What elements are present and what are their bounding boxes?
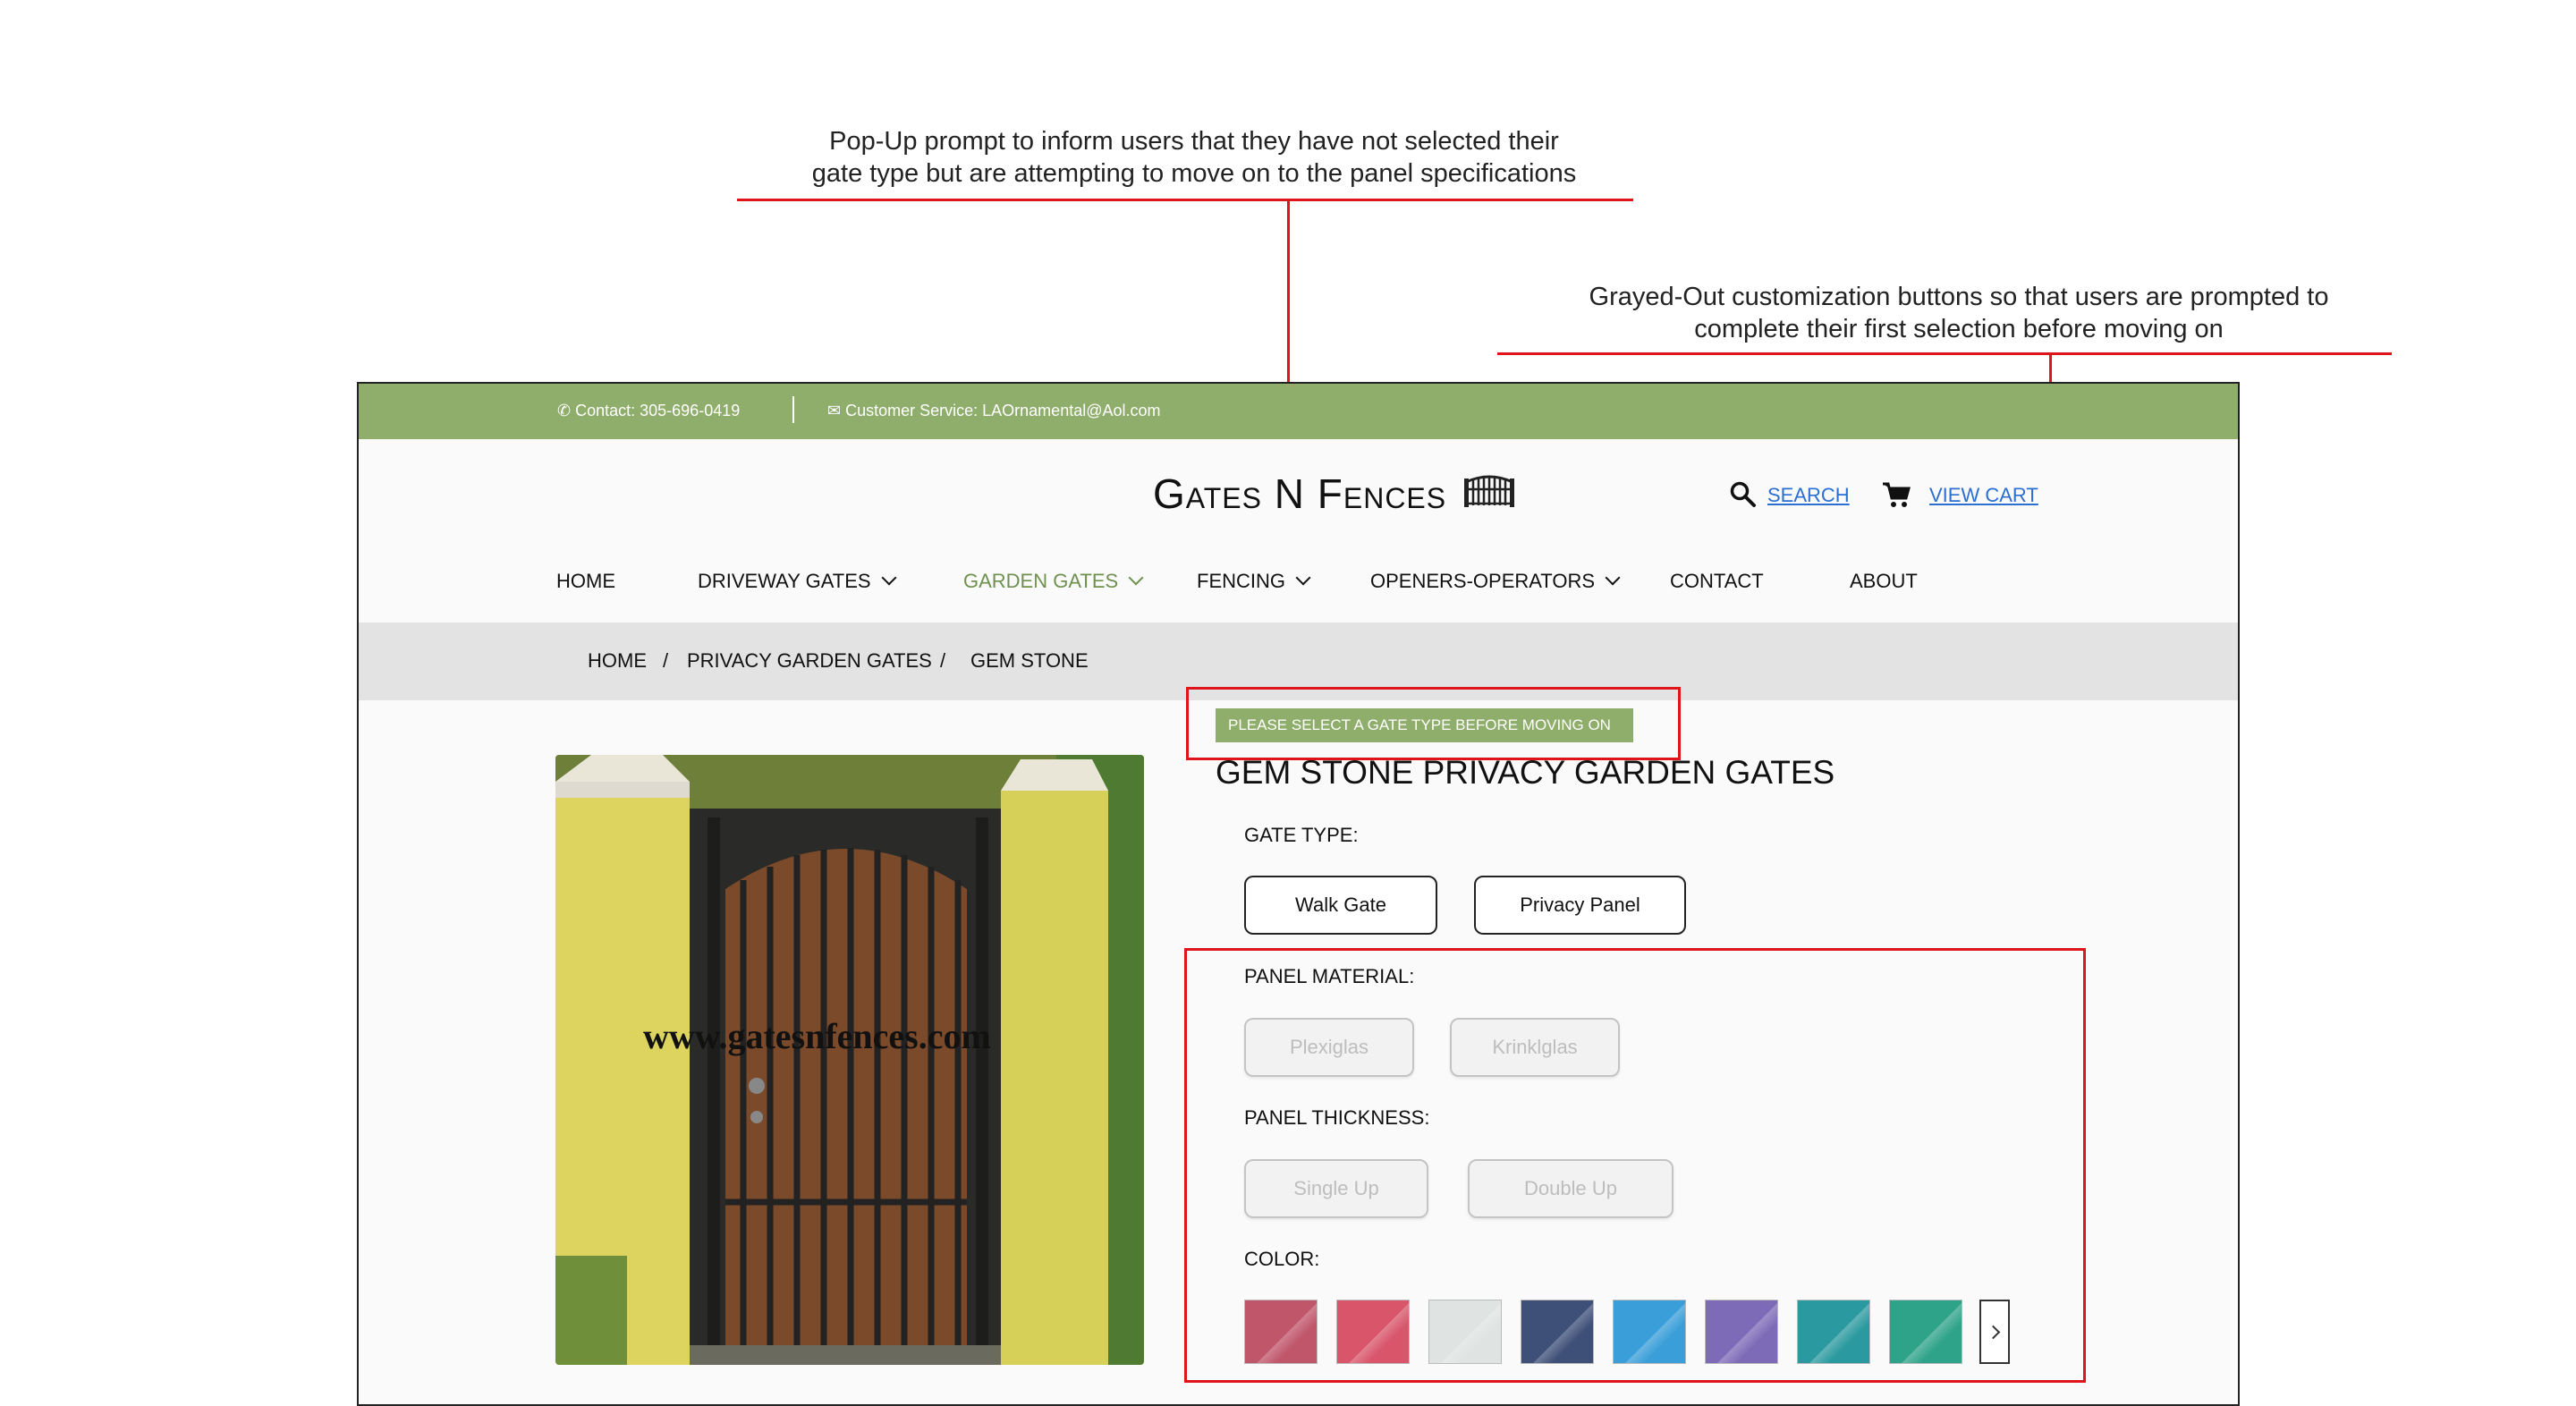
breadcrumb-separator: / [940,649,946,672]
view-cart-link[interactable]: VIEW CART [1929,484,2038,507]
gate-logo-icon [1464,475,1514,507]
breadcrumb-separator: / [663,649,669,672]
chevron-down-icon [1605,570,1621,586]
nav-openers-operators-label: OPENERS-OPERATORS [1370,570,1596,592]
chevron-down-icon [1295,570,1311,586]
phone-icon: ✆ [557,402,572,419]
contact-phone-text: Contact: 305-696-0419 [575,402,741,419]
annotation-popup-note: Pop-Up prompt to inform users that they … [698,125,1690,190]
site-logo[interactable]: Gates N Fences [1153,470,1446,518]
contact-phone[interactable]: ✆ Contact: 305-696-0419 [557,402,740,420]
nav-garden-gates[interactable]: GARDEN GATES [963,570,1144,593]
annotation-grayed-line-1: Grayed-Out customization buttons so that… [1589,283,2329,311]
search-link[interactable]: SEARCH [1767,484,1850,507]
search-icon[interactable] [1729,480,1758,509]
annotation-popup-underline [737,199,1633,201]
nav-garden-gates-label: GARDEN GATES [963,570,1119,592]
cart-icon[interactable] [1881,480,1911,509]
customer-service-email[interactable]: ✉ Customer Service: LAOrnamental@Aol.com [827,402,1161,420]
gate-type-label: GATE TYPE: [1244,824,1359,846]
annotation-popup-line-2: gate type but are attempting to move on … [811,159,1577,188]
gate-photo: www.gatesnfences.com [555,755,1144,1365]
annotation-popup-highlight [1186,687,1681,760]
nav-fencing[interactable]: FENCING [1197,570,1311,593]
product-image: www.gatesnfences.com [555,755,1144,1365]
annotation-grayed-line-2: complete their first selection before mo… [1694,315,2224,343]
annotation-grayed-underline [1497,352,2392,355]
nav-home[interactable]: HOME [556,570,615,593]
chevron-down-icon [1128,570,1144,586]
annotation-popup-line-1: Pop-Up prompt to inform users that they … [829,127,1559,156]
nav-contact[interactable]: CONTACT [1670,570,1764,593]
privacy-panel-button[interactable]: Privacy Panel [1474,876,1686,935]
customer-service-email-text: Customer Service: LAOrnamental@Aol.com [845,402,1161,419]
topbar-divider [792,396,794,423]
nav-driveway-gates-label: DRIVEWAY GATES [698,570,871,592]
nav-openers-operators[interactable]: OPENERS-OPERATORS [1370,570,1621,593]
chevron-down-icon [881,570,897,586]
top-info-bar: ✆ Contact: 305-696-0419 ✉ Customer Servi… [359,384,2238,439]
mail-icon: ✉ [827,402,842,419]
annotation-grayed-note: Grayed-Out customization buttons so that… [1512,281,2406,345]
breadcrumb-home[interactable]: HOME [588,649,647,673]
nav-about[interactable]: ABOUT [1850,570,1918,593]
nav-fencing-label: FENCING [1197,570,1285,592]
image-watermark: www.gatesnfences.com [643,1016,991,1056]
breadcrumb-privacy-garden-gates[interactable]: PRIVACY GARDEN GATES [687,649,932,673]
nav-driveway-gates[interactable]: DRIVEWAY GATES [698,570,897,593]
breadcrumb-gem-stone: GEM STONE [970,649,1089,672]
walk-gate-button[interactable]: Walk Gate [1244,876,1437,935]
annotation-grayed-highlight [1184,948,2086,1383]
